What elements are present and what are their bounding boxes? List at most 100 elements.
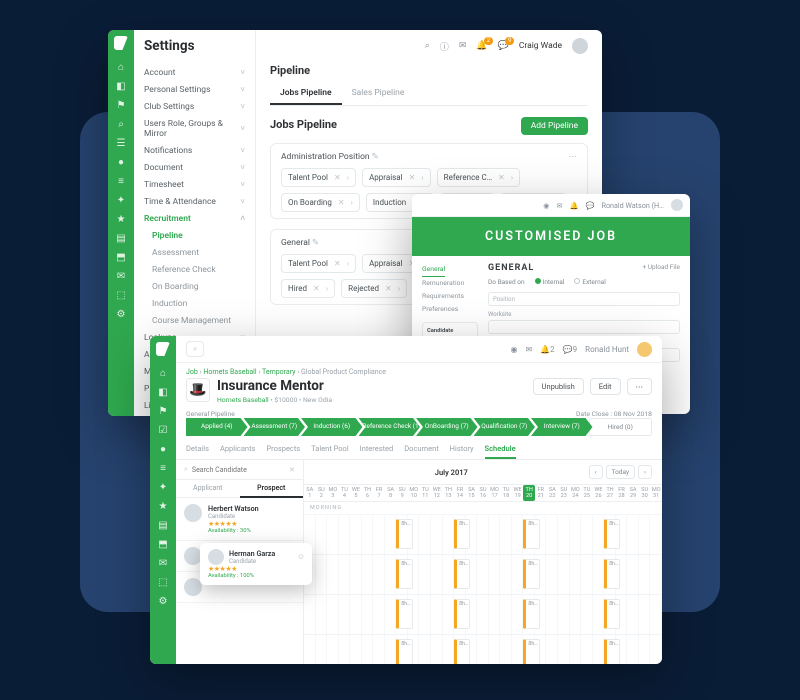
day-cell[interactable]: WE12 [431, 485, 443, 501]
drag-icon[interactable]: › [421, 173, 423, 182]
slot-cell[interactable] [639, 555, 651, 594]
rail-icon[interactable]: ⚑ [117, 100, 126, 111]
slot-cell[interactable] [385, 635, 397, 664]
day-cell[interactable]: TH27 [604, 485, 616, 501]
rail-icon[interactable]: ⌂ [118, 62, 124, 73]
day-cell[interactable]: SA22 [546, 485, 558, 501]
slot-cell[interactable] [339, 515, 351, 554]
side-item[interactable]: Preferences [422, 303, 478, 316]
slot-cell[interactable] [316, 555, 328, 594]
sidebar-subitem[interactable]: Pipeline [144, 227, 245, 244]
rail-icon[interactable]: ✉ [159, 558, 167, 569]
slot-cell[interactable] [431, 515, 443, 554]
slot-cell[interactable] [570, 555, 582, 594]
slot-cell[interactable] [362, 515, 374, 554]
sidebar-item[interactable]: Notifications˅ [144, 142, 245, 159]
slot-cell[interactable] [489, 635, 501, 664]
slot-cell[interactable] [385, 515, 397, 554]
sidebar-subitem[interactable]: Assessment [144, 244, 245, 261]
rail-icon[interactable]: ⌕ [118, 119, 124, 130]
edit-icon[interactable]: ✎ [372, 152, 379, 162]
shift-block[interactable]: 8h… [604, 639, 620, 664]
slot-cell[interactable] [489, 555, 501, 594]
slot-cell[interactable] [304, 595, 316, 634]
sidebar-item[interactable]: Personal Settings˅ [144, 81, 245, 98]
stage-chevron[interactable]: Qualification (7) [474, 418, 536, 436]
menu-icon[interactable]: ⋯ [569, 152, 578, 162]
slot-cell[interactable] [350, 515, 362, 554]
chat-icon[interactable]: 💬9 [498, 41, 509, 51]
day-cell[interactable]: WE19 [512, 485, 524, 501]
shift-block[interactable]: 8h… [396, 559, 412, 589]
stage-chevron[interactable]: OnBoarding (7) [416, 418, 478, 436]
slot-cell[interactable] [627, 515, 639, 554]
position-field[interactable]: Position [488, 292, 680, 306]
rail-icon[interactable]: ▤ [116, 233, 125, 244]
candidate-card[interactable]: Dominic McGuireCandidateHerman GarzaCand… [176, 541, 303, 572]
slot-cell[interactable] [558, 595, 570, 634]
today-button[interactable]: Today [606, 465, 636, 479]
day-cell[interactable]: SU16 [477, 485, 489, 501]
slot-cell[interactable] [477, 635, 489, 664]
slot-cell[interactable] [304, 635, 316, 664]
day-cell[interactable]: MO3 [327, 485, 339, 501]
slot-cell[interactable] [350, 555, 362, 594]
slot-cell[interactable] [546, 635, 558, 664]
rail-icon[interactable]: ● [160, 444, 166, 455]
slot-cell[interactable] [477, 555, 489, 594]
bell-icon[interactable]: 🔔 [570, 201, 579, 210]
slot-cell[interactable] [627, 595, 639, 634]
rail-icon[interactable]: ☑ [159, 425, 168, 436]
slot-cell[interactable] [581, 595, 593, 634]
job-tab[interactable]: History [450, 440, 474, 459]
stage-chevron[interactable]: Reference Check (1) [359, 418, 421, 436]
add-pipeline-button[interactable]: Add Pipeline [521, 117, 588, 135]
chat-icon[interactable]: 💬 [586, 201, 595, 210]
rail-icon[interactable]: ✦ [159, 482, 167, 493]
day-cell[interactable]: SU23 [558, 485, 570, 501]
slot-cell[interactable] [581, 635, 593, 664]
sidebar-subitem[interactable]: Reference Check [144, 261, 245, 278]
slot-cell[interactable] [431, 635, 443, 664]
stage-chip[interactable]: Reference C…✕› [437, 168, 520, 187]
drag-icon[interactable]: › [347, 259, 349, 268]
candidate-search[interactable]: ⌕ ✕ [176, 460, 303, 480]
candidate-card[interactable]: Herbert WatsonCandidate★★★★★Availability… [176, 498, 303, 541]
bell-icon[interactable]: 🔔2 [540, 345, 554, 354]
day-cell[interactable]: TU18 [500, 485, 512, 501]
day-cell[interactable]: MO17 [489, 485, 501, 501]
side-item[interactable]: Requirements [422, 290, 478, 303]
edit-icon[interactable]: ✎ [312, 238, 319, 248]
mail-icon[interactable]: ✉ [526, 345, 533, 354]
day-cell[interactable]: MO10 [408, 485, 420, 501]
rail-icon[interactable]: ⬒ [158, 539, 167, 550]
slot-cell[interactable] [419, 515, 431, 554]
job-tab[interactable]: Talent Pool [311, 440, 348, 459]
job-tab[interactable]: Details [186, 440, 209, 459]
slot-cell[interactable] [500, 635, 512, 664]
slot-cell[interactable] [593, 595, 605, 634]
job-tab[interactable]: Applicants [220, 440, 255, 459]
pin-icon[interactable]: ⊙ [298, 553, 304, 561]
shift-block[interactable]: 8h… [454, 559, 470, 589]
radio-internal[interactable]: Internal [535, 278, 565, 286]
search-input[interactable] [192, 466, 285, 474]
slot-cell[interactable] [477, 515, 489, 554]
shift-block[interactable]: 8h… [523, 519, 539, 549]
rail-icon[interactable]: ◧ [116, 81, 125, 92]
rail-icon[interactable]: ✦ [117, 195, 125, 206]
side-item[interactable]: Remuneration [422, 277, 478, 290]
mail-icon[interactable]: ✉ [459, 41, 467, 51]
rail-icon[interactable]: ◧ [158, 387, 167, 398]
stage-chevron[interactable]: Hired (0) [589, 418, 653, 436]
sidebar-item-recruitment[interactable]: Recruitment˄ [144, 210, 245, 227]
slot-cell[interactable] [327, 555, 339, 594]
tab-sales[interactable]: Sales Pipeline [342, 83, 415, 105]
slot-cell[interactable] [373, 515, 385, 554]
stage-chevron[interactable]: Assessment (7) [244, 418, 306, 436]
slot-cell[interactable] [489, 595, 501, 634]
slot-cell[interactable] [339, 595, 351, 634]
slot-cell[interactable] [581, 515, 593, 554]
slot-cell[interactable] [581, 555, 593, 594]
more-button[interactable]: ⋯ [627, 378, 653, 395]
